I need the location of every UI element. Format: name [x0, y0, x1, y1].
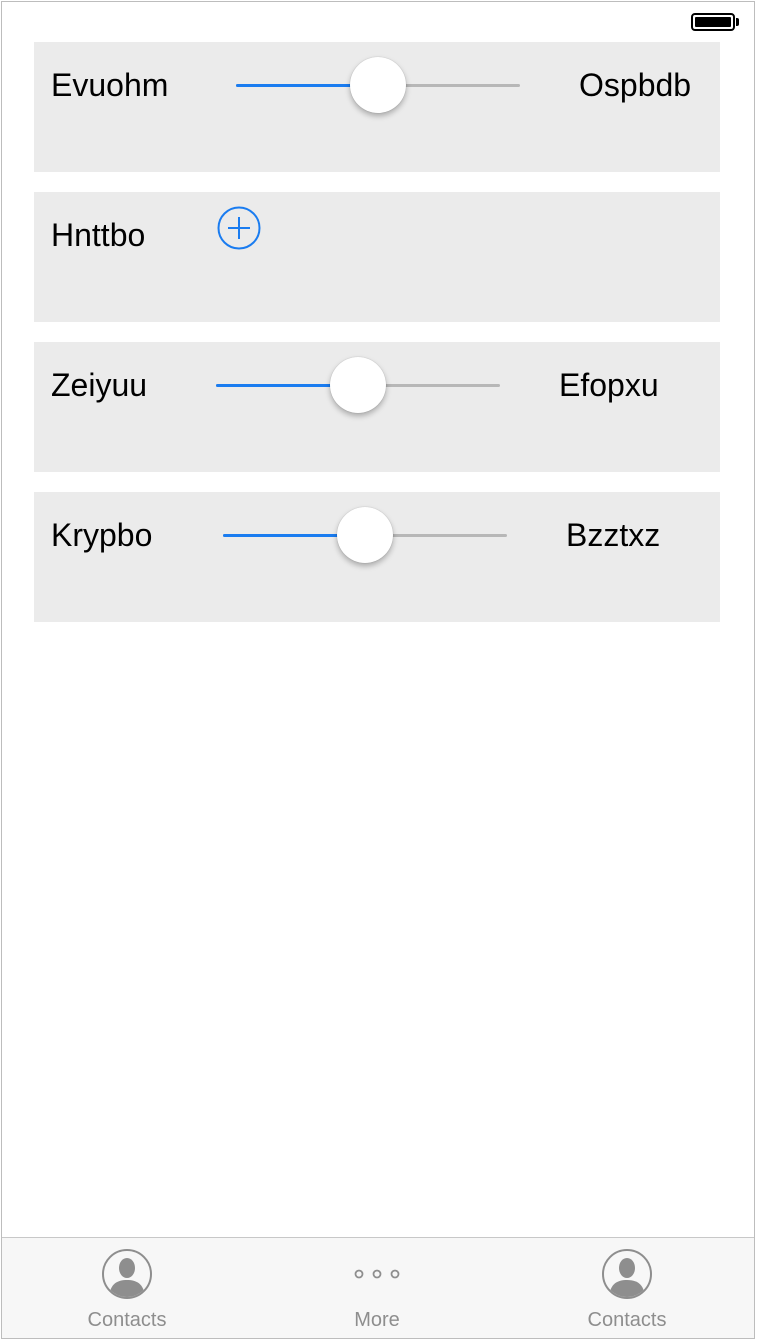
slider[interactable]	[216, 356, 500, 416]
row-value-label: Efopxu	[559, 367, 659, 403]
more-icon	[354, 1269, 400, 1279]
tab-label: Contacts	[87, 1309, 167, 1331]
add-row: Hnttbo	[34, 192, 720, 322]
slider-row-3: Krypbo Bzztxz	[34, 492, 720, 622]
slider-thumb[interactable]	[330, 357, 386, 413]
slider[interactable]	[223, 506, 507, 566]
tab-contacts-1[interactable]: Contacts	[2, 1238, 252, 1338]
tab-contacts-2[interactable]: Contacts	[502, 1238, 752, 1338]
battery-icon	[691, 13, 735, 31]
person-icon	[102, 1249, 152, 1299]
row-label: Zeiyuu	[51, 367, 148, 403]
row-value-label: Ospbdb	[579, 67, 692, 103]
row-label: Krypbo	[51, 517, 153, 553]
slider-row-2: Zeiyuu Efopxu	[34, 342, 720, 472]
slider-thumb[interactable]	[350, 57, 406, 113]
tab-label: Contacts	[587, 1309, 667, 1331]
tab-label: More	[354, 1309, 400, 1331]
tab-more[interactable]: More	[252, 1238, 502, 1338]
app-screen: Evuohm Ospbdb Hnttbo Zeiyuu Efopxu Krypb…	[1, 1, 755, 1339]
person-icon	[602, 1249, 652, 1299]
plus-circle-icon	[217, 206, 261, 250]
slider-row-1: Evuohm Ospbdb	[34, 42, 720, 172]
battery-cap	[736, 18, 739, 26]
row-label: Hnttbo	[51, 217, 146, 253]
row-label: Evuohm	[51, 67, 169, 103]
row-value-label: Bzztxz	[566, 517, 661, 553]
add-button[interactable]	[217, 206, 261, 250]
slider-thumb[interactable]	[337, 507, 393, 563]
status-bar	[2, 2, 754, 42]
tab-bar: Contacts More Contacts	[2, 1237, 754, 1338]
slider[interactable]	[236, 56, 520, 116]
